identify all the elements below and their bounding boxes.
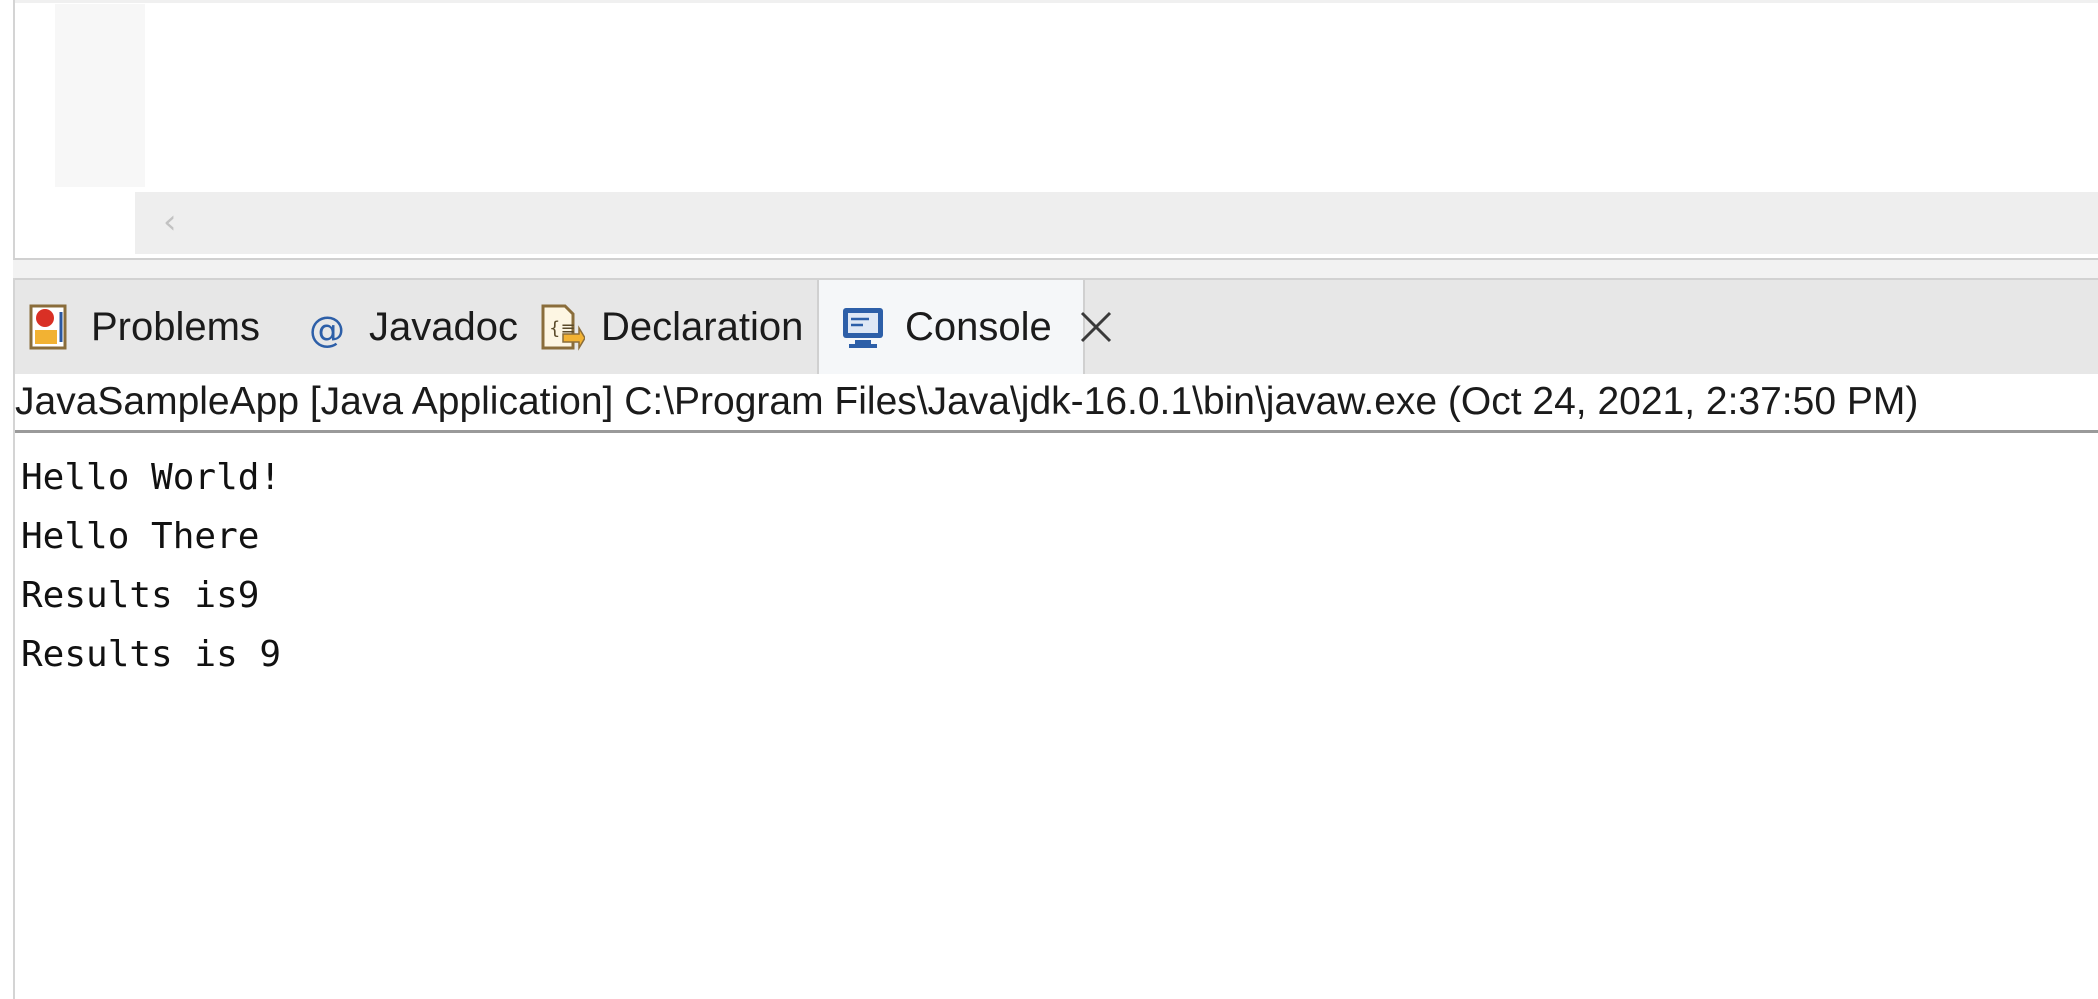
- sash[interactable]: [13, 260, 2098, 278]
- console-line: Results is 9: [21, 634, 282, 675]
- console-output[interactable]: Hello World! Hello There Results is9 Res…: [21, 448, 2091, 988]
- at-sign-icon: @: [303, 302, 353, 352]
- editor-top-border: [15, 0, 2098, 3]
- close-icon[interactable]: [1078, 309, 1114, 345]
- console-icon: [839, 302, 889, 352]
- scroll-left-icon[interactable]: ‹: [163, 202, 193, 242]
- tab-javadoc-label: Javadoc: [369, 304, 518, 349]
- tab-console-label: Console: [905, 304, 1052, 349]
- editor-area[interactable]: ‹: [13, 0, 2098, 260]
- console-launch-info: JavaSampleApp [Java Application] C:\Prog…: [15, 374, 2098, 433]
- tab-declaration-label: Declaration: [601, 304, 804, 349]
- console-line: Hello There: [21, 516, 260, 557]
- editor-ruler: [55, 4, 145, 187]
- declaration-icon: {≡: [535, 302, 586, 352]
- problems-icon: [25, 302, 75, 352]
- tab-declaration[interactable]: {≡ Declaration: [535, 280, 803, 374]
- console-view-panel: Problems @ Javadoc {≡ Declaration Consol…: [13, 278, 2098, 999]
- tab-console[interactable]: Console: [817, 280, 1111, 374]
- console-line: Results is9: [21, 575, 260, 616]
- tab-problems-label: Problems: [91, 304, 260, 349]
- view-tab-bar: Problems @ Javadoc {≡ Declaration Consol…: [15, 278, 2098, 376]
- tab-problems[interactable]: Problems: [25, 280, 260, 374]
- svg-text:@: @: [309, 310, 345, 351]
- console-line: Hello World!: [21, 457, 282, 498]
- tab-javadoc[interactable]: @ Javadoc: [303, 280, 518, 374]
- eclipse-window: ‹ Problems @ Javadoc {≡ Declaration Cons…: [0, 0, 2098, 999]
- launch-info-text: JavaSampleApp [Java Application] C:\Prog…: [15, 380, 1919, 423]
- editor-horizontal-scrollbar[interactable]: ‹: [135, 192, 2098, 254]
